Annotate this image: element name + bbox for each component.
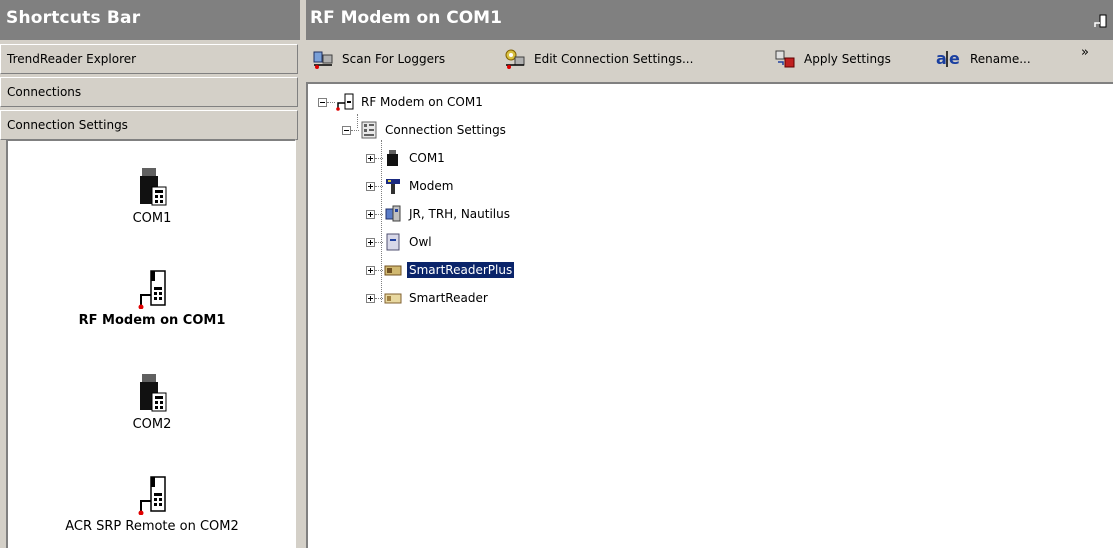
tree-node-com1[interactable]: COM1	[366, 147, 447, 169]
tree-node-label: RF Modem on COM1	[361, 95, 483, 109]
tree-node-label: Owl	[409, 235, 432, 249]
scan-icon	[313, 51, 333, 69]
connection-tree: RF Modem on COM1 Connection Settings COM…	[306, 82, 1113, 548]
shortcut-label: RF Modem on COM1	[78, 313, 226, 328]
tab-connections[interactable]: Connections	[0, 77, 298, 107]
tab-trendreader-explorer[interactable]: TrendReader Explorer	[0, 44, 298, 74]
toolbar-label: Apply Settings	[804, 52, 891, 66]
apply-settings-button[interactable]: Apply Settings	[774, 47, 891, 71]
shortcut-label: COM1	[132, 211, 172, 226]
collapse-toggle[interactable]	[318, 97, 327, 107]
smartreader-icon	[384, 293, 402, 304]
rf-modem-icon	[1094, 14, 1107, 28]
expand-toggle[interactable]	[366, 293, 375, 303]
tree-node-label: Connection Settings	[385, 123, 506, 137]
tree-node-label: COM1	[409, 151, 445, 165]
rename-button[interactable]: a e Rename...	[936, 47, 1031, 71]
edit-connection-settings-button[interactable]: Edit Connection Settings...	[504, 47, 693, 71]
scan-for-loggers-button[interactable]: Scan For Loggers	[312, 47, 445, 71]
tree-node-label: SmartReader	[409, 291, 488, 305]
shortcut-rf-modem-com1[interactable]: RF Modem on COM1	[8, 269, 296, 328]
serial-port-icon	[140, 374, 167, 412]
shortcut-label: ACR SRP Remote on COM2	[65, 519, 239, 534]
tree-node-jr-trh-nautilus[interactable]: JR, TRH, Nautilus	[366, 203, 512, 225]
shortcut-label: COM2	[132, 417, 172, 432]
apply-icon	[775, 50, 795, 68]
rf-modem-icon	[138, 270, 166, 309]
toolbar-label: Edit Connection Settings...	[534, 52, 694, 66]
expand-toggle[interactable]	[366, 265, 375, 275]
tree-node-label: Modem	[409, 179, 454, 193]
serial-port-icon	[140, 168, 167, 206]
shortcuts-bar-title: Shortcuts Bar	[0, 0, 300, 40]
shortcut-com1[interactable]: COM1	[8, 167, 296, 226]
expand-toggle[interactable]	[366, 209, 375, 219]
rf-modem-icon	[138, 476, 166, 515]
gear-icon	[505, 49, 525, 69]
svg-text:e: e	[949, 49, 960, 68]
shortcut-list: COM1 RF Modem on COM1 COM2 ACR SRP Remot…	[6, 139, 296, 548]
page-title: RF Modem on COM1	[310, 8, 502, 28]
content-pane: RF Modem on COM1 Scan For Loggers Edit C…	[306, 0, 1113, 548]
settings-panel-icon	[361, 121, 377, 139]
owl-logger-icon	[386, 233, 400, 251]
toolbar-overflow-chevron-icon[interactable]: »	[1081, 46, 1089, 59]
tree-node-label: JR, TRH, Nautilus	[409, 207, 510, 221]
tab-connection-settings[interactable]: Connection Settings	[0, 110, 298, 140]
toolbar-label: Rename...	[970, 52, 1031, 66]
tree-node-root[interactable]: RF Modem on COM1	[318, 91, 485, 113]
rename-icon: a e	[936, 49, 960, 68]
tree-node-label: SmartReaderPlus	[407, 262, 515, 278]
serial-port-icon	[387, 150, 398, 166]
rf-modem-icon	[336, 93, 354, 111]
content-title-bar: RF Modem on COM1	[306, 0, 1113, 40]
expand-toggle[interactable]	[366, 181, 375, 191]
svg-text:a: a	[936, 49, 947, 68]
modem-icon	[386, 179, 400, 194]
logger-icon	[385, 205, 401, 222]
expand-toggle[interactable]	[366, 153, 375, 163]
tree-node-connection-settings[interactable]: Connection Settings	[342, 119, 508, 141]
toolbar: Scan For Loggers Edit Connection Setting…	[306, 40, 1113, 78]
tree-node-modem[interactable]: Modem	[366, 175, 455, 197]
toolbar-label: Scan For Loggers	[342, 52, 446, 66]
tree-node-smartreaderplus[interactable]: SmartReaderPlus	[366, 259, 515, 281]
shortcut-acr-srp-remote-com2[interactable]: ACR SRP Remote on COM2	[8, 475, 296, 534]
collapse-toggle[interactable]	[342, 125, 351, 135]
tree-node-smartreader[interactable]: SmartReader	[366, 287, 490, 309]
shortcut-com2[interactable]: COM2	[8, 373, 296, 432]
tree-node-owl[interactable]: Owl	[366, 231, 434, 253]
expand-toggle[interactable]	[366, 237, 375, 247]
shortcuts-pane: Shortcuts Bar TrendReader Explorer Conne…	[0, 0, 300, 548]
smartreader-icon	[384, 265, 402, 276]
